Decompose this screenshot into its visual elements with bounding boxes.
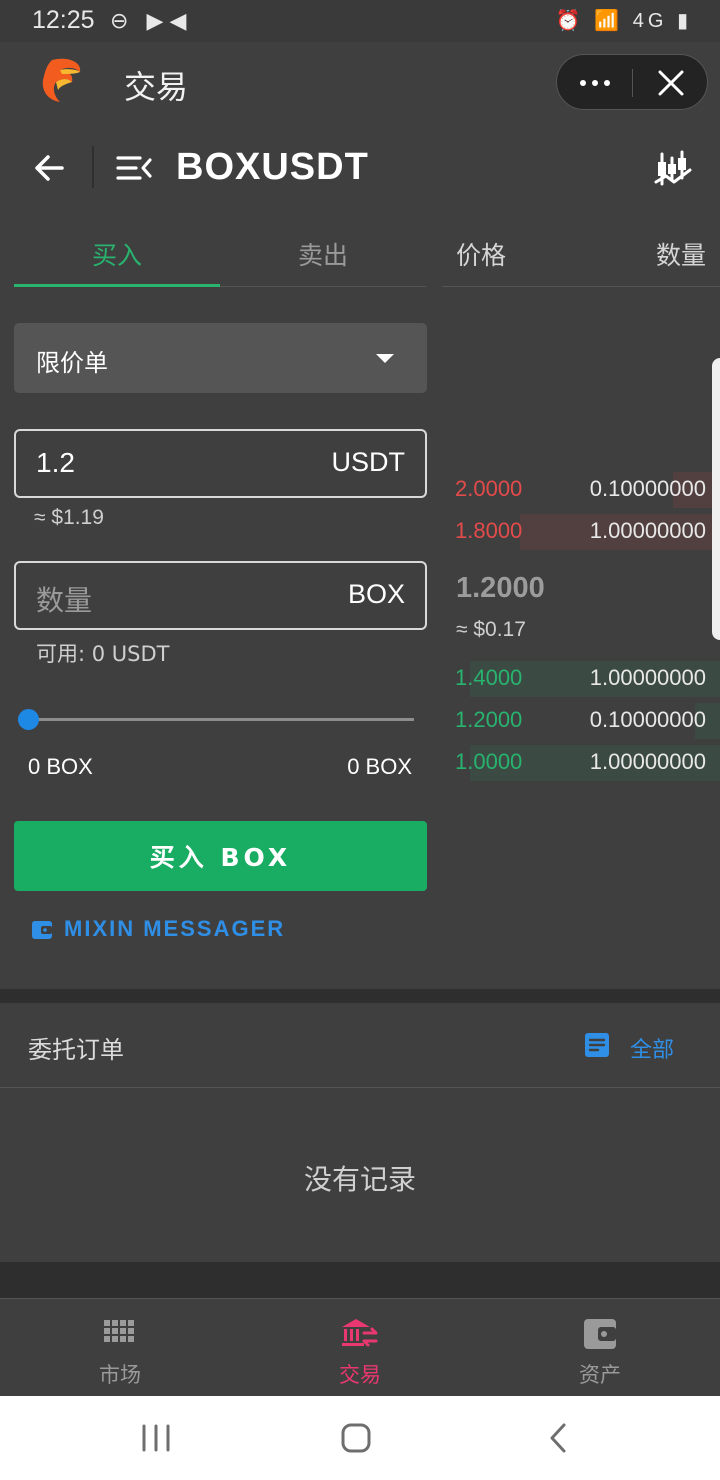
more-button[interactable]	[557, 55, 633, 111]
slider-max-label: 0 BOX	[347, 754, 412, 779]
quantity-unit: BOX	[347, 579, 405, 609]
orderbook-qty: 0.10000000	[589, 476, 706, 501]
grid-icon	[104, 1320, 134, 1342]
orders-divider	[0, 1087, 720, 1088]
back-icon[interactable]	[546, 1422, 572, 1454]
orderbook-qty: 1.00000000	[589, 665, 706, 690]
status-time: 12:25	[32, 6, 95, 34]
mixin-messenger-link[interactable]: MIXIN MESSAGER	[64, 916, 285, 942]
amount-slider-thumb[interactable]	[18, 709, 39, 730]
close-icon	[658, 70, 684, 96]
tabbar-label-trade: 交易	[339, 1363, 381, 1387]
wallet-icon	[584, 1319, 616, 1349]
tab-buy[interactable]: 买入	[14, 236, 220, 270]
tab-divider	[220, 286, 426, 287]
price-input[interactable]: 1.2 USDT	[14, 429, 427, 498]
order-type-select[interactable]: 限价单	[14, 323, 427, 393]
slider-min-label: 0 BOX	[28, 754, 93, 779]
system-nav-bar	[0, 1396, 720, 1480]
section-separator	[0, 1262, 720, 1298]
miniapp-capsule	[556, 54, 708, 110]
caret-down-icon	[376, 354, 394, 363]
menu-collapse-icon[interactable]	[114, 150, 154, 186]
back-arrow-icon[interactable]	[28, 146, 72, 190]
buy-submit-button[interactable]: 买入 BOX	[14, 821, 427, 891]
dot-icon	[592, 80, 598, 86]
candlestick-chart-icon[interactable]	[652, 148, 694, 190]
orderbook-price: 1.2000	[455, 707, 523, 732]
quantity-placeholder: 数量	[36, 584, 93, 617]
orderbook-header-price: 价格	[456, 241, 507, 270]
orderbook-ask-row[interactable]: 2.0000 0.10000000	[442, 472, 720, 508]
app-title: 交易	[124, 68, 189, 106]
orderbook-price: 1.4000	[455, 665, 523, 690]
amount-slider-track[interactable]	[28, 718, 414, 721]
price-usd-approx: ≈ $1.19	[34, 506, 104, 529]
app-logo-icon	[42, 58, 81, 102]
orderbook-qty: 1.00000000	[589, 518, 706, 543]
tab-sell[interactable]: 卖出	[220, 236, 426, 270]
orderbook-price: 2.0000	[455, 476, 523, 501]
section-separator	[0, 989, 720, 1003]
order-type-value: 限价单	[36, 349, 108, 377]
dot-icon	[604, 80, 610, 86]
tabbar-item-trade[interactable]: 交易	[240, 1299, 480, 1397]
orderbook-header-divider	[442, 286, 720, 287]
orderbook-header-qty: 数量	[656, 241, 707, 270]
orderbook-bid-row[interactable]: 1.4000 1.00000000	[442, 661, 720, 697]
empty-state-text: 没有记录	[303, 1163, 416, 1196]
tab-active-indicator	[14, 284, 220, 287]
status-right-icons: ⏰ 📶 4G ▮	[555, 10, 692, 32]
orderbook-qty: 0.10000000	[589, 707, 706, 732]
recent-apps-icon[interactable]	[140, 1424, 172, 1452]
home-icon[interactable]	[340, 1422, 372, 1454]
orderbook-ask-row[interactable]: 1.8000 1.00000000	[442, 514, 720, 550]
close-button[interactable]	[633, 55, 709, 111]
bottom-tab-bar: 市场 交易 资产	[0, 1298, 720, 1396]
tabbar-label-market: 市场	[99, 1363, 141, 1387]
price-unit: USDT	[331, 447, 406, 477]
orderbook-bid-row[interactable]: 1.0000 1.00000000	[442, 745, 720, 781]
price-input-value: 1.2	[36, 447, 75, 478]
all-orders-link[interactable]: 全部	[630, 1032, 674, 1064]
document-list-icon[interactable]	[584, 1032, 610, 1058]
pair-title: BOXUSDT	[176, 146, 369, 188]
orderbook-price: 1.0000	[455, 749, 523, 774]
available-balance: 可用: 0 USDT	[36, 642, 170, 666]
tabbar-item-market[interactable]: 市场	[0, 1299, 240, 1397]
last-price: 1.2000	[456, 572, 545, 604]
tabbar-item-assets[interactable]: 资产	[480, 1299, 720, 1397]
last-price-usd: ≈ $0.17	[456, 618, 526, 641]
dot-icon	[580, 80, 586, 86]
nav-divider	[92, 146, 94, 188]
edge-handle[interactable]	[712, 358, 720, 640]
tabbar-label-assets: 资产	[579, 1363, 621, 1387]
bank-exchange-icon	[342, 1319, 378, 1347]
quantity-input[interactable]: 数量 BOX	[14, 561, 427, 630]
orderbook-qty: 1.00000000	[589, 749, 706, 774]
wallet-icon[interactable]	[30, 918, 54, 942]
status-left-icons: ⊖ ▶◀	[110, 8, 193, 33]
open-orders-title: 委托订单	[28, 1036, 124, 1064]
orderbook-price: 1.8000	[455, 518, 523, 543]
orderbook-bid-row[interactable]: 1.2000 0.10000000	[442, 703, 720, 739]
